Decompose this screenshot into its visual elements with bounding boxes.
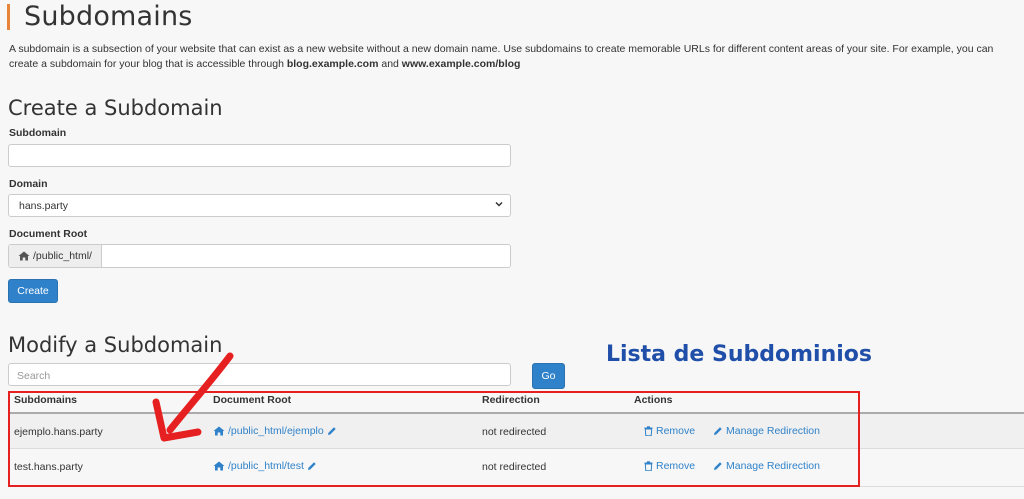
page-description: A subdomain is a subsection of your webs… xyxy=(9,42,1014,72)
chevron-down-icon xyxy=(494,199,504,210)
domain-select[interactable]: hans.party xyxy=(8,194,511,217)
highlight-box xyxy=(8,391,860,487)
subdomain-input[interactable] xyxy=(8,144,511,167)
description-and: and xyxy=(378,58,402,70)
home-icon xyxy=(18,250,30,262)
subdomain-label: Subdomain xyxy=(9,127,67,139)
annotation-label: Lista de Subdominios xyxy=(606,342,872,367)
description-example-1: blog.example.com xyxy=(286,58,379,70)
go-button[interactable]: Go xyxy=(532,363,565,389)
docroot-input-group: /public_html/ xyxy=(8,244,518,268)
create-button[interactable]: Create xyxy=(8,279,58,303)
docroot-label: Document Root xyxy=(9,228,88,240)
red-arrow-icon xyxy=(152,352,234,442)
title-accent-bar xyxy=(7,4,10,30)
page-title: Subdomains xyxy=(24,1,193,32)
search-input[interactable]: Search xyxy=(8,363,511,386)
create-heading: Create a Subdomain xyxy=(8,96,223,120)
search-placeholder: Search xyxy=(17,370,51,382)
domain-selected-value: hans.party xyxy=(19,200,69,212)
description-example-2: www.example.com/blog xyxy=(401,58,521,70)
domain-label: Domain xyxy=(9,178,48,190)
docroot-prefix: /public_html/ xyxy=(9,245,102,267)
docroot-prefix-text: /public_html/ xyxy=(33,250,92,262)
docroot-input[interactable] xyxy=(102,245,518,267)
